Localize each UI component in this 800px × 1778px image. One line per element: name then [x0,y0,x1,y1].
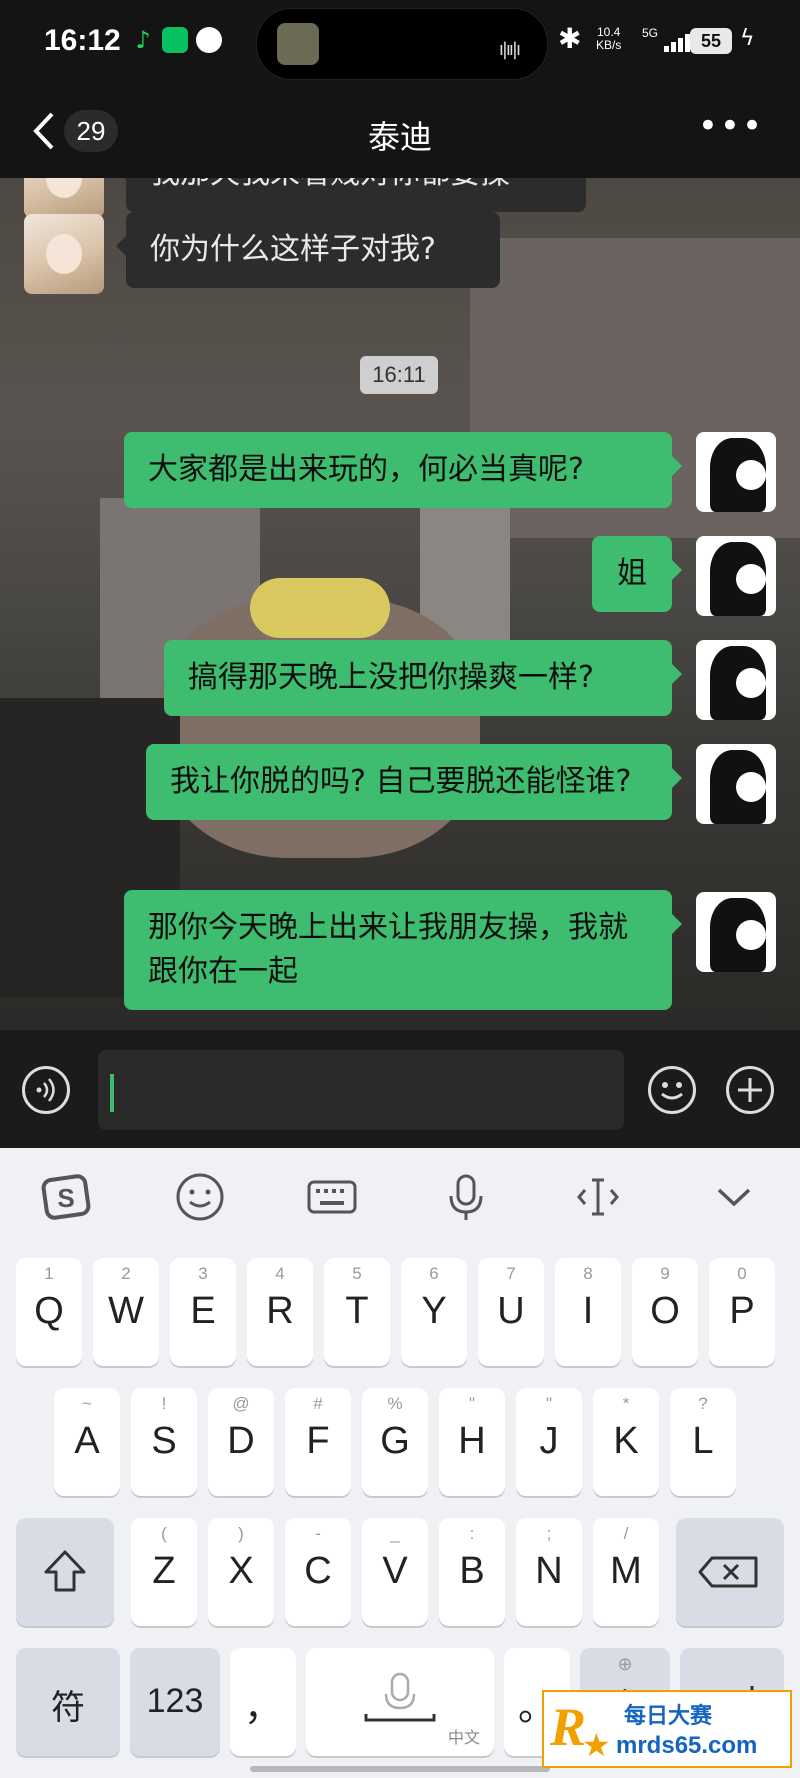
net-speed: 10.4 KB/s [596,26,621,52]
message-text: 大家都是出来玩的，何必当真呢? [148,452,584,487]
background-photo-sunglasses [250,578,390,638]
sogou-logo-icon[interactable]: S [36,1170,96,1230]
key-h[interactable]: " H [439,1388,505,1496]
message-text: 那你今天晚上出来让我朋友操，我就跟你在一起 [148,910,628,989]
globe-icon: ⊕ [617,1654,633,1674]
my-avatar[interactable] [696,892,776,972]
message-text: 搞得那天晚上没把你操爽一样? [188,660,594,695]
shift-key[interactable] [16,1518,114,1626]
voice-typing-icon[interactable] [436,1170,496,1230]
message-text: 我那天我来看贱对你都要操 [150,178,510,191]
key-b[interactable]: :B [439,1518,505,1626]
key-o[interactable]: 9O [632,1258,698,1366]
chat-area[interactable]: 我那天我来看贱对你都要操 你为什么这样子对我? 16:11 大家都是出来玩的，何… [0,178,800,1030]
key-c[interactable]: -C [285,1518,351,1626]
key-w[interactable]: 2W [93,1258,159,1366]
key-u[interactable]: 7U [478,1258,544,1366]
message-text: 姐 [617,556,647,591]
bluetooth-icon: ✱ [558,22,582,55]
key-p[interactable]: 0P [709,1258,775,1366]
message-bubble-sent[interactable]: 那你今天晚上出来让我朋友操，我就跟你在一起 [124,890,682,1010]
symbols-key[interactable]: 符 [16,1648,120,1756]
key-r[interactable]: 4R [247,1258,313,1366]
message-bubble-sent[interactable]: 我让你脱的吗? 自己要脱还能怪谁? [146,744,682,820]
key-y[interactable]: 6Y [401,1258,467,1366]
my-avatar[interactable] [696,744,776,824]
qq-app-icon [196,27,222,53]
message-timestamp: 16:11 [360,356,438,394]
emoji-keyboard-icon[interactable] [170,1170,230,1230]
network-type: 5G [642,26,659,40]
text-cursor [110,1074,114,1112]
charging-icon: ϟ [740,26,755,51]
cursor-edit-icon[interactable] [568,1170,628,1230]
key-f[interactable]: # F [285,1388,351,1496]
backspace-key[interactable] [676,1518,784,1626]
voice-input-icon[interactable] [22,1066,70,1114]
status-time: 16:12 [44,24,121,57]
message-input[interactable] [98,1050,624,1130]
message-bubble-sent[interactable]: 大家都是出来玩的，何必当真呢? [124,432,682,508]
key-l[interactable]: ? L [670,1388,736,1496]
message-text: 我让你脱的吗? 自己要脱还能怪谁? [170,764,632,799]
wechat-app-icon [162,27,188,53]
keyboard-switch-icon[interactable] [302,1170,362,1230]
key-z[interactable]: (Z [131,1518,197,1626]
key-s[interactable]: ! S [131,1388,197,1496]
key-v[interactable]: _ V [362,1518,428,1626]
emoji-icon[interactable] [648,1066,696,1114]
backspace-icon [698,1556,758,1588]
watermark-text: 每日大赛 [624,1704,713,1729]
battery-level: 55 [690,28,732,54]
message-bubble-sent[interactable]: 姐 [592,536,682,612]
contact-avatar[interactable] [24,214,104,294]
my-avatar[interactable] [696,536,776,616]
space-key[interactable]: 中文 [306,1648,494,1756]
key-i[interactable]: 8I [555,1258,621,1366]
watermark-logo: R ★ 每日大赛 mrds65.com [542,1690,792,1768]
watermark-url: mrds65.com [616,1732,758,1759]
chat-header: 29 泰迪 ••• [0,88,800,178]
star-icon: ★ [582,1726,611,1764]
key-a[interactable]: ~ A [54,1388,120,1496]
my-avatar[interactable] [696,640,776,720]
key-t[interactable]: 5T [324,1258,390,1366]
message-input-bar [0,1030,800,1148]
key-x[interactable]: ) X [208,1518,274,1626]
shift-arrow-icon [44,1550,86,1592]
music-app-icon: ♪ [135,26,151,54]
svg-text:S: S [57,1183,74,1213]
home-indicator[interactable] [250,1766,550,1772]
comma-key[interactable]: ， [230,1648,296,1756]
key-k[interactable]: * K [593,1388,659,1496]
watermark-logo-letter: R [550,1697,587,1757]
contact-avatar[interactable] [24,178,104,218]
album-art-icon [277,23,319,65]
hide-keyboard-icon[interactable] [704,1170,764,1230]
message-bubble-received[interactable]: 你为什么这样子对我? [116,212,500,288]
audio-wave-icon: ı|ıı|ı [498,39,521,60]
more-options-icon[interactable]: ••• [698,106,764,146]
space-key-hint: 中文 [447,1728,480,1747]
soft-keyboard: S 1Q 2W 3E 4R 5T 6Y 7U 8I 9O 0P ~ A ! S @ D… [0,1148,800,1778]
key-n[interactable]: ; N [516,1518,582,1626]
key-j[interactable]: " J [516,1388,582,1496]
key-e[interactable]: 3E [170,1258,236,1366]
key-d[interactable]: @ D [208,1388,274,1496]
my-avatar[interactable] [696,432,776,512]
message-text: 你为什么这样子对我? [150,232,436,267]
key-q[interactable]: 1Q [16,1258,82,1366]
key-g[interactable]: % G [362,1388,428,1496]
dynamic-island[interactable]: ı|ıı|ı [256,8,548,80]
message-bubble-sent[interactable]: 搞得那天晚上没把你操爽一样? [164,640,682,716]
add-attachment-icon[interactable] [726,1066,774,1114]
message-bubble-received[interactable]: 我那天我来看贱对你都要操 [116,178,586,212]
status-bar: 16:12 ♪ ı|ıı|ı ✱ 10.4 KB/s 5G 55 ϟ [0,0,800,88]
net-speed-unit: KB/s [596,38,622,52]
key-m[interactable]: / M [593,1518,659,1626]
numbers-key[interactable]: 123 [130,1648,220,1756]
chat-title: 泰迪 [367,118,432,156]
